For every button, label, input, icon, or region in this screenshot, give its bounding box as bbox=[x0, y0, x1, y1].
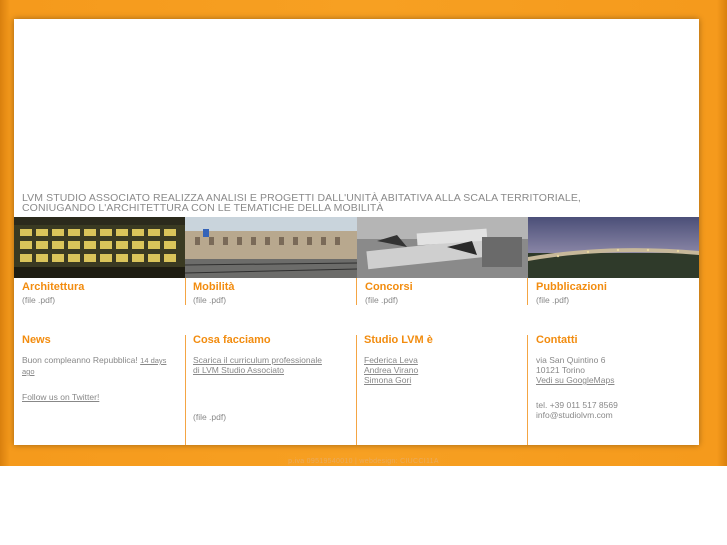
phone-number: tel. +39 011 517 8569 bbox=[536, 400, 618, 410]
category-concorsi[interactable]: Concorsi (file .pdf) bbox=[365, 281, 525, 305]
category-title[interactable]: Concorsi bbox=[365, 281, 525, 294]
concorsi-photo[interactable] bbox=[357, 217, 528, 278]
studio-title: Studio LVM è bbox=[364, 334, 433, 346]
category-title[interactable]: Pubblicazioni bbox=[536, 281, 696, 294]
column-divider bbox=[185, 335, 186, 445]
member-link[interactable]: Federica Leva bbox=[364, 355, 519, 365]
contatti-title: Contatti bbox=[536, 334, 578, 346]
mobilita-photo[interactable] bbox=[185, 217, 357, 278]
cosa-facciamo-column: Cosa facciamo Scarica il curriculum prof… bbox=[193, 334, 348, 423]
pubblicazioni-photo[interactable] bbox=[528, 217, 699, 278]
studio-tagline: LVM STUDIO ASSOCIATO REALIZZA ANALISI E … bbox=[22, 193, 692, 214]
news-item-text: Buon compleanno Repubblica! bbox=[22, 355, 138, 365]
contatti-column: Contatti via San Quintino 6 10121 Torino… bbox=[536, 334, 691, 421]
news-column: News Buon compleanno Repubblica! 14 days… bbox=[22, 334, 177, 403]
category-divider bbox=[185, 278, 186, 305]
category-mobilita[interactable]: Mobilità (file .pdf) bbox=[193, 281, 353, 305]
curriculum-link-line-1[interactable]: Scarica il curriculum professionale bbox=[193, 355, 348, 365]
category-file-note: (file .pdf) bbox=[22, 295, 56, 305]
footer-credits: p.iva 09519540010 | webdesign: CIUCCI11A bbox=[288, 458, 439, 465]
category-photo-strip bbox=[14, 217, 699, 278]
address-street: via San Quintino 6 bbox=[536, 355, 606, 365]
curriculum-link[interactable]: Scarica il curriculum professionale di L… bbox=[193, 355, 348, 375]
googlemaps-link[interactable]: Vedi su GoogleMaps bbox=[536, 375, 691, 385]
category-pubblicazioni[interactable]: Pubblicazioni (file .pdf) bbox=[536, 281, 696, 305]
category-architettura[interactable]: Architettura (file .pdf) bbox=[22, 281, 182, 305]
category-divider bbox=[527, 278, 528, 305]
tagline-line-2: CONIUGANDO L'ARCHITETTURA CON LE TEMATIC… bbox=[22, 202, 384, 214]
column-divider bbox=[527, 335, 528, 445]
category-file-note: (file .pdf) bbox=[536, 295, 570, 305]
architettura-photo[interactable] bbox=[14, 217, 185, 278]
cosa-facciamo-title: Cosa facciamo bbox=[193, 334, 271, 346]
curriculum-file-note: (file .pdf) bbox=[193, 412, 227, 422]
category-file-note: (file .pdf) bbox=[365, 295, 399, 305]
category-title[interactable]: Architettura bbox=[22, 281, 182, 294]
news-title: News bbox=[22, 334, 51, 346]
main-card: LVM STUDIO ASSOCIATO REALIZZA ANALISI E … bbox=[14, 19, 699, 445]
member-link[interactable]: Andrea Virano bbox=[364, 365, 519, 375]
twitter-link[interactable]: Follow us on Twitter! bbox=[22, 392, 99, 402]
email-address: info@studiolvm.com bbox=[536, 410, 613, 420]
category-divider bbox=[356, 278, 357, 305]
member-link[interactable]: Simona Gori bbox=[364, 375, 519, 385]
studio-column: Studio LVM è Federica Leva Andrea Virano… bbox=[364, 334, 519, 386]
news-item: Buon compleanno Repubblica! 14 days ago bbox=[22, 355, 177, 377]
category-file-note: (file .pdf) bbox=[193, 295, 227, 305]
address-city: 10121 Torino bbox=[536, 365, 585, 375]
curriculum-link-line-2[interactable]: di LVM Studio Associato bbox=[193, 365, 348, 375]
category-title[interactable]: Mobilità bbox=[193, 281, 353, 294]
column-divider bbox=[356, 335, 357, 445]
